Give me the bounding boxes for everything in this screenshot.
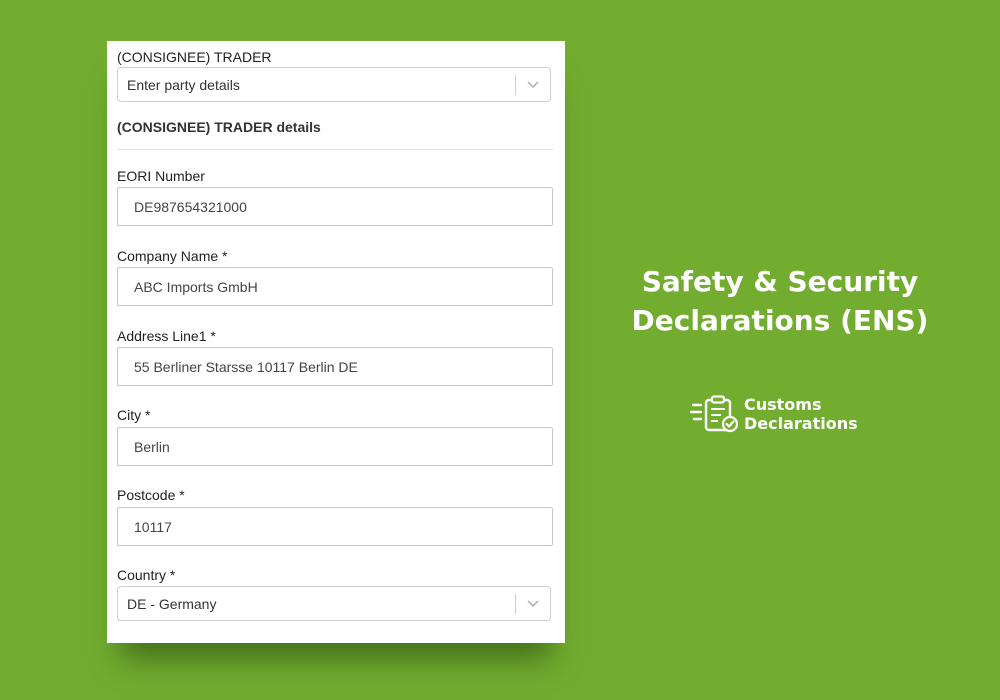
country-select[interactable]: DE - Germany [117,586,551,621]
chevron-down-icon[interactable] [526,596,540,610]
address-line1-label: Address Line1 * [117,328,216,344]
select-separator [515,75,516,95]
company-name-label: Company Name * [117,248,228,264]
trader-form-card: (CONSIGNEE) TRADER Enter party details (… [107,41,565,643]
eori-input[interactable]: DE987654321000 [117,187,553,226]
section-divider [117,149,553,150]
headline-line1: Safety & Security [641,265,919,298]
postcode-input[interactable]: 10117 [117,507,553,546]
eori-value: DE987654321000 [134,199,247,215]
section-title: (CONSIGNEE) TRADER details [117,119,321,135]
company-name-input[interactable]: ABC Imports GmbH [117,267,553,306]
address-line1-value: 55 Berliner Starsse 10117 Berlin DE [134,359,358,375]
logo-line2: Declarations [744,414,858,433]
country-select-value: DE - Germany [127,596,217,612]
promo-headline: Safety & Security Declarations (ENS) [620,262,940,340]
city-label: City * [117,407,151,423]
city-input[interactable]: Berlin [117,427,553,466]
country-label: Country * [117,567,176,583]
clipboard-check-icon [690,395,739,433]
party-label: (CONSIGNEE) TRADER [117,49,272,65]
postcode-label: Postcode * [117,487,185,503]
postcode-value: 10117 [134,519,172,535]
headline-line2: Declarations (ENS) [631,304,929,337]
logo-text: Customs Declarations [744,395,858,433]
logo-line1: Customs [744,395,822,414]
company-name-value: ABC Imports GmbH [134,279,258,295]
select-separator [515,594,516,614]
eori-label: EORI Number [117,168,205,184]
party-select[interactable]: Enter party details [117,67,551,102]
address-line1-input[interactable]: 55 Berliner Starsse 10117 Berlin DE [117,347,553,386]
customs-declarations-logo: Customs Declarations [690,394,870,434]
chevron-down-icon[interactable] [526,77,540,91]
city-value: Berlin [134,439,170,455]
party-select-value: Enter party details [127,77,240,93]
